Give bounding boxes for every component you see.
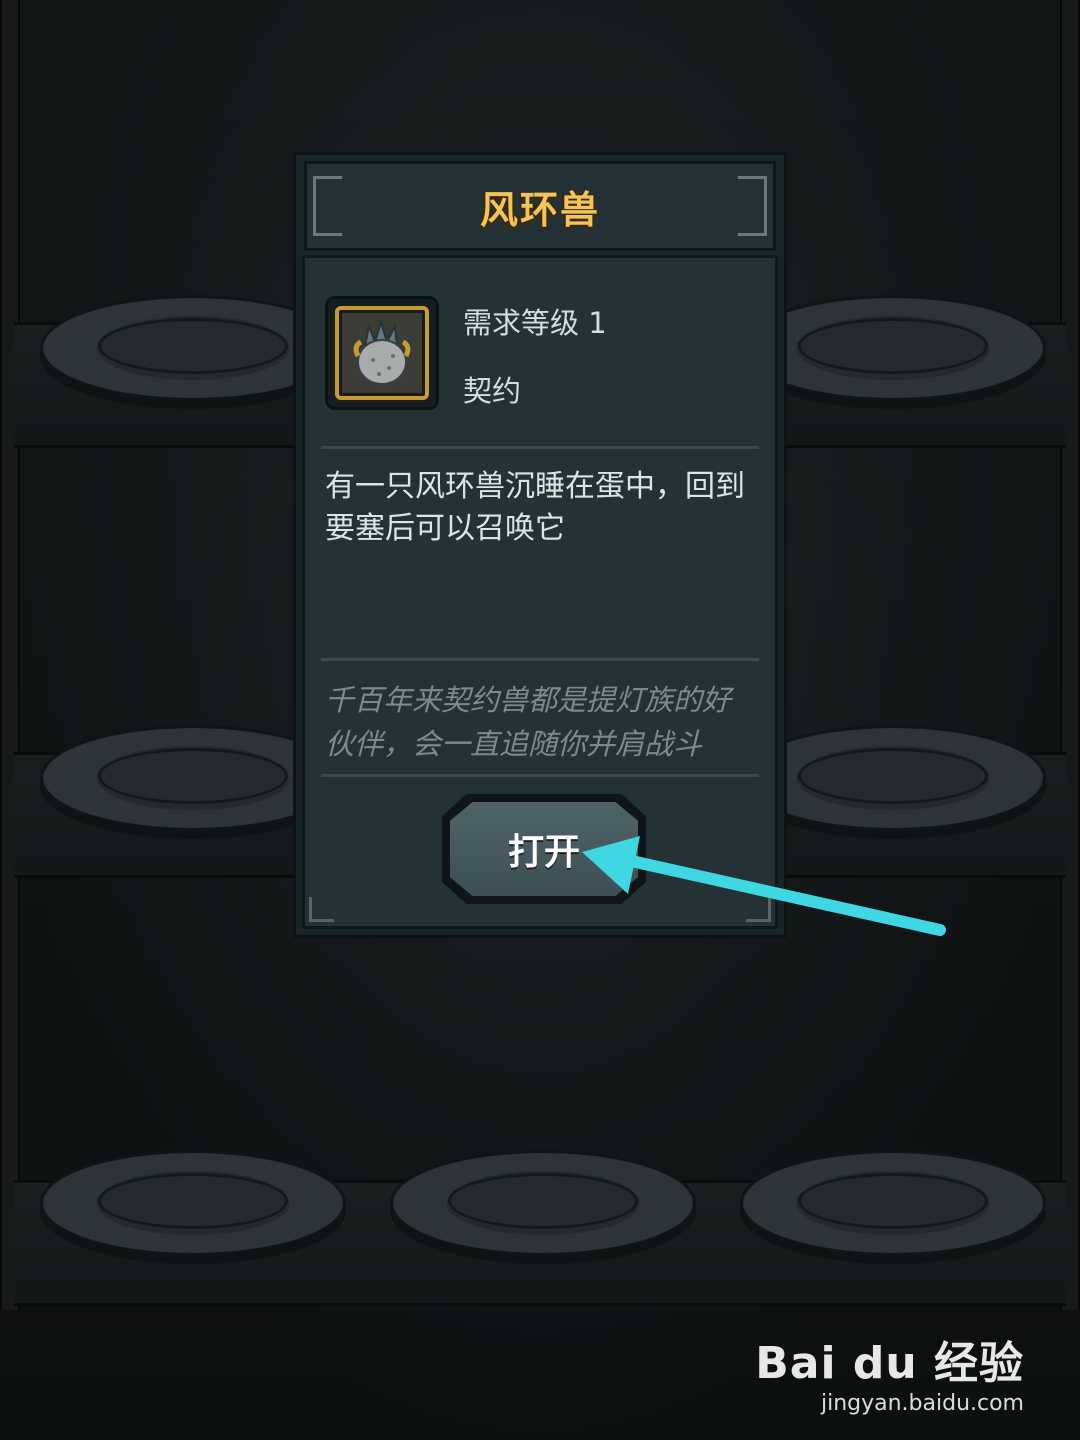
header-ornament-left [313, 176, 342, 236]
item-detail-dialog: 风环兽 需求等级 1 契约 有一只风环兽沉睡在蛋中，回到要塞后可以召唤它 千百年… [293, 152, 787, 938]
divider [321, 774, 759, 777]
frame-right [1060, 0, 1080, 1310]
pedestal-slot[interactable] [740, 1150, 1046, 1256]
divider [321, 446, 759, 449]
frame-left [0, 0, 20, 1310]
corner-ornament-left [309, 897, 334, 922]
dialog-header: 风环兽 [304, 161, 776, 251]
item-slot [325, 296, 439, 410]
watermark-logo: Bai du 经验 [755, 1338, 1024, 1389]
egg-creature-icon [353, 318, 411, 385]
dialog-body: 需求等级 1 契约 有一只风环兽沉睡在蛋中，回到要塞后可以召唤它 千百年来契约兽… [302, 255, 778, 929]
flavor-text: 千百年来契约兽都是提灯族的好伙伴，会一直追随你并肩战斗 [325, 683, 732, 761]
dialog-title: 风环兽 [479, 187, 600, 232]
corner-ornament-right [746, 897, 771, 922]
watermark-url: jingyan.baidu.com [820, 1391, 1024, 1416]
watermark: Bai du 经验 jingyan.baidu.com [755, 1327, 1024, 1416]
open-button-label: 打开 [450, 802, 638, 896]
item-frame [335, 306, 429, 400]
divider [321, 658, 759, 661]
header-ornament-right [738, 176, 767, 236]
item-type-label: 契约 [463, 374, 522, 408]
pedestal-slot[interactable] [390, 1150, 696, 1256]
level-requirement: 需求等级 1 [463, 306, 607, 340]
open-button[interactable]: 打开 [442, 794, 646, 904]
item-description: 有一只风环兽沉睡在蛋中，回到要塞后可以召唤它 [325, 469, 745, 546]
pedestal-slot[interactable] [40, 1150, 346, 1256]
